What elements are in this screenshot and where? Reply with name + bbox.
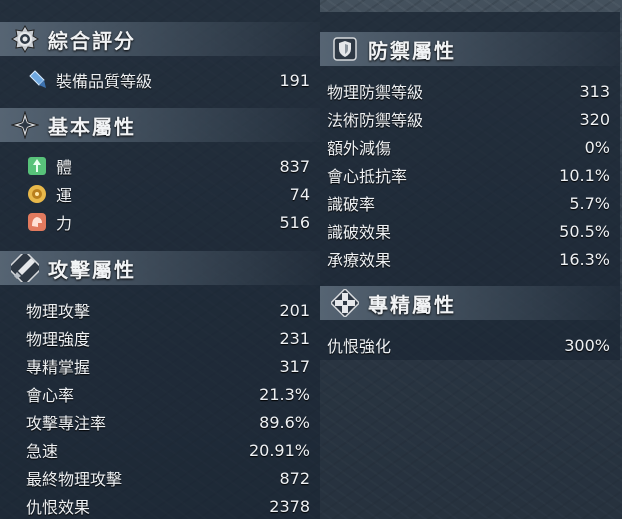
defense-attributes-title: 防禦屬性 (368, 38, 456, 63)
defense-stat-value: 50.5% (559, 221, 610, 241)
cross-star-icon (330, 288, 360, 318)
attack-stat-value: 317 (279, 356, 310, 376)
gear-score-value: 191 (279, 70, 310, 90)
defense-stat-label: 識破效果 (327, 223, 392, 242)
attack-stat-label: 急速 (26, 442, 59, 461)
basic-attr-row: 運 74 (26, 181, 310, 207)
attack-stat-row: 仇恨效果 2378 (26, 493, 310, 519)
empty-panel-area (320, 360, 622, 519)
attack-stat-row: 物理攻擊 201 (26, 297, 310, 323)
body-stat-icon (26, 155, 48, 177)
defense-stat-label: 識破率 (327, 195, 376, 214)
basic-attr-label: 體 (56, 158, 73, 177)
basic-attributes-header: 基本屬性 (0, 108, 320, 142)
sword-icon (10, 253, 40, 283)
defense-stat-value: 16.3% (559, 249, 610, 269)
attack-stat-label: 專精掌握 (26, 358, 91, 377)
defense-stat-value: 313 (579, 81, 610, 101)
defense-stat-row: 識破率 5.7% (327, 190, 610, 216)
defense-stat-value: 320 (579, 109, 610, 129)
mastery-attributes-title: 專精屬性 (368, 292, 456, 317)
basic-attr-row: 體 837 (26, 153, 310, 179)
attack-stat-value: 21.3% (259, 384, 310, 404)
mastery-stat-row: 仇恨強化 300% (327, 332, 610, 358)
attack-stat-value: 872 (279, 468, 310, 488)
defense-stat-row: 法術防禦等級 320 (327, 106, 610, 132)
luck-stat-icon (26, 183, 48, 205)
shield-icon (330, 34, 360, 64)
attack-stat-label: 仇恨效果 (26, 498, 91, 517)
attack-stat-row: 攻擊專注率 89.6% (26, 409, 310, 435)
attack-stat-row: 會心率 21.3% (26, 381, 310, 407)
defense-stat-row: 識破效果 50.5% (327, 218, 610, 244)
defense-stat-row: 物理防禦等級 313 (327, 78, 610, 104)
attack-stat-row: 專精掌握 317 (26, 353, 310, 379)
attack-stat-value: 89.6% (259, 412, 310, 432)
defense-stat-value: 10.1% (559, 165, 610, 185)
basic-attr-value: 516 (279, 212, 310, 232)
attack-stat-label: 會心率 (26, 386, 75, 405)
overall-rating-header: 綜合評分 (0, 22, 320, 56)
gear-score-row: 裝備品質等級 191 (26, 67, 310, 93)
defense-stat-row: 承療效果 16.3% (327, 246, 610, 272)
sun-badge-icon (10, 24, 40, 54)
attack-stat-value: 201 (279, 300, 310, 320)
attack-stat-value: 231 (279, 328, 310, 348)
defense-stat-label: 承療效果 (327, 251, 392, 270)
attack-stat-row: 最終物理攻擊 872 (26, 465, 310, 491)
defense-stat-row: 額外減傷 0% (327, 134, 610, 160)
gear-score-label: 裝備品質等級 (56, 72, 153, 91)
basic-attr-row: 力 516 (26, 209, 310, 235)
attack-stat-label: 攻擊專注率 (26, 414, 107, 433)
overall-rating-title: 綜合評分 (48, 28, 136, 53)
right-stats-panel: 防禦屬性 物理防禦等級 313 法術防禦等級 320 額外減傷 0% 會心抵抗率… (320, 12, 620, 360)
defense-stat-value: 5.7% (569, 193, 610, 213)
basic-attr-label: 力 (56, 214, 73, 233)
basic-attr-label: 運 (56, 186, 73, 205)
defense-stat-value: 0% (584, 137, 610, 157)
mastery-stat-value: 300% (564, 335, 610, 355)
mastery-stat-label: 仇恨強化 (327, 337, 392, 356)
defense-stat-label: 會心抵抗率 (327, 167, 408, 186)
defense-stat-label: 法術防禦等級 (327, 111, 424, 130)
attack-stat-label: 物理攻擊 (26, 302, 91, 321)
attack-stat-value: 2378 (269, 496, 310, 516)
attack-stat-value: 20.91% (248, 440, 310, 460)
attack-stat-label: 物理強度 (26, 330, 91, 349)
defense-stat-row: 會心抵抗率 10.1% (327, 162, 610, 188)
defense-stat-label: 額外減傷 (327, 139, 392, 158)
left-stats-panel: 綜合評分 裝備品質等級 191 基本屬性 體 837 運 74 力 516 攻擊… (0, 0, 320, 519)
attack-stat-row: 急速 20.91% (26, 437, 310, 463)
four-point-star-icon (10, 110, 40, 140)
defense-stat-label: 物理防禦等級 (327, 83, 424, 102)
attack-stat-row: 物理強度 231 (26, 325, 310, 351)
basic-attr-value: 837 (279, 156, 310, 176)
attack-attributes-title: 攻擊屬性 (48, 257, 136, 282)
strength-stat-icon (26, 211, 48, 233)
attack-attributes-header: 攻擊屬性 (0, 251, 320, 285)
basic-attr-value: 74 (289, 184, 310, 204)
mastery-attributes-header: 專精屬性 (320, 286, 620, 320)
gem-icon (26, 69, 48, 91)
defense-attributes-header: 防禦屬性 (320, 32, 620, 66)
basic-attributes-title: 基本屬性 (48, 114, 136, 139)
attack-stat-label: 最終物理攻擊 (26, 470, 123, 489)
